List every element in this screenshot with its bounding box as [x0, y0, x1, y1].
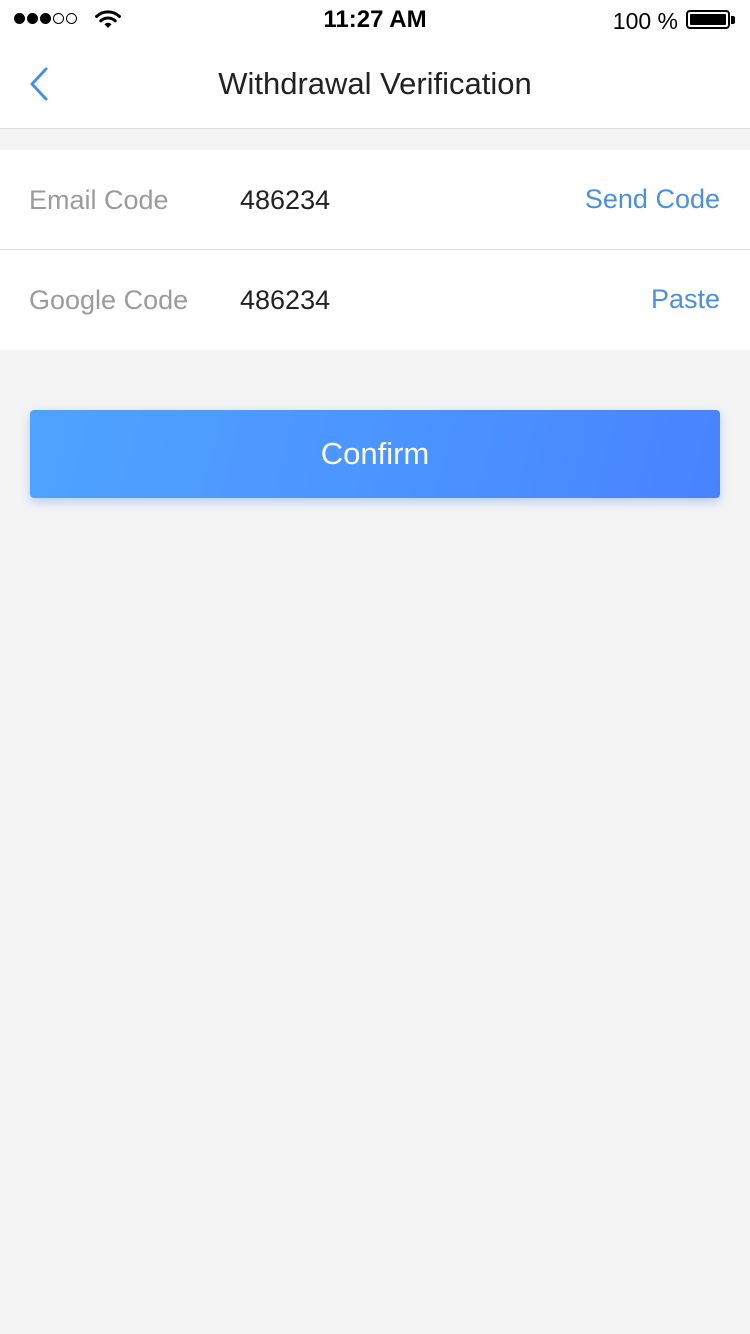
- battery-icon: [686, 10, 730, 29]
- confirm-button[interactable]: Confirm: [30, 410, 720, 498]
- google-code-row: Google Code Paste: [0, 250, 750, 350]
- nav-bar: Withdrawal Verification: [0, 40, 750, 129]
- battery-cap: [731, 16, 735, 24]
- email-code-label: Email Code: [29, 185, 169, 215]
- email-code-input[interactable]: [240, 180, 540, 220]
- paste-button[interactable]: Paste: [651, 284, 720, 315]
- battery-fill: [690, 14, 726, 25]
- screen: 11:27 AM 100 % Withdrawal Verification E…: [0, 0, 750, 1334]
- verification-form: Email Code Send Code Google Code Paste: [0, 150, 750, 350]
- google-code-label: Google Code: [29, 285, 189, 315]
- google-code-input[interactable]: [240, 280, 540, 320]
- page-title: Withdrawal Verification: [218, 66, 532, 101]
- battery-percent: 100 %: [612, 8, 678, 34]
- email-code-row: Email Code Send Code: [0, 150, 750, 250]
- status-bar: 11:27 AM 100 %: [0, 0, 750, 40]
- send-code-button[interactable]: Send Code: [585, 184, 720, 215]
